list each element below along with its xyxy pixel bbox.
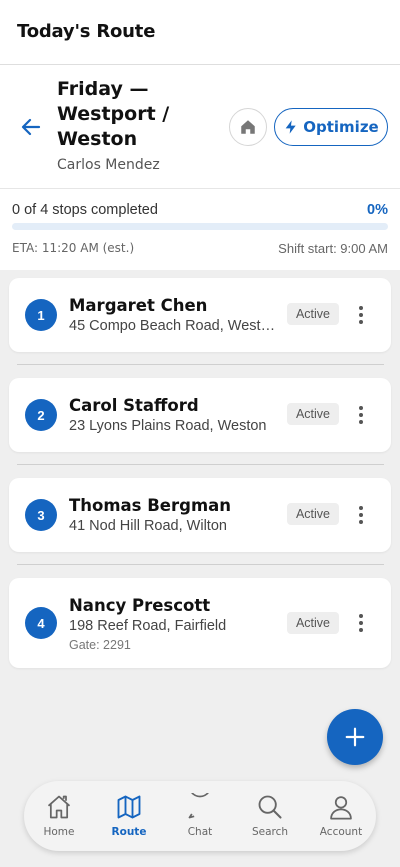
stop-number-badge: 4: [25, 607, 57, 639]
more-options-icon[interactable]: [349, 611, 373, 635]
stop-name: Margaret Chen: [69, 296, 208, 315]
status-badge: Active: [287, 303, 339, 325]
progress-bar: [12, 223, 388, 230]
bottom-navigation: Home Route Chat Search Account: [24, 781, 376, 851]
nav-item-home[interactable]: Home: [29, 793, 89, 843]
stop-number-badge: 1: [25, 299, 57, 331]
more-options-icon[interactable]: [349, 303, 373, 327]
page-title: Today's Route: [17, 21, 156, 42]
chat-bubble-icon: [188, 793, 209, 819]
nav-item-search[interactable]: Search: [240, 793, 300, 843]
optimize-button[interactable]: Optimize: [274, 108, 388, 146]
eta-text: ETA: 11:20 AM (est.): [12, 241, 135, 255]
stops-completed-count: 0 of 4 stops completed: [12, 202, 158, 218]
nav-label: Route: [111, 826, 147, 838]
stop-card[interactable]: 4 Nancy Prescott 198 Reef Road, Fairfiel…: [9, 578, 391, 668]
gate-code: Gate: 2291: [69, 638, 131, 652]
search-icon: [258, 795, 282, 819]
shift-start-text: Shift start: 9:00 AM: [278, 241, 388, 256]
stop-address: 198 Reef Road, Fairfield: [69, 618, 227, 634]
home-button[interactable]: [229, 108, 267, 146]
stop-card[interactable]: 1 Margaret Chen 45 Compo Beach Road, Wes…: [9, 278, 391, 352]
plus-icon: [345, 727, 365, 747]
stop-name: Nancy Prescott: [69, 596, 211, 615]
lightning-bolt-icon: [285, 120, 296, 134]
divider: [17, 564, 384, 565]
status-badge: Active: [287, 612, 339, 634]
nav-label: Chat: [187, 826, 213, 838]
stop-address: 45 Compo Beach Road, Westport: [69, 318, 279, 334]
app-header: Today's Route: [0, 0, 400, 65]
nav-item-chat[interactable]: Chat: [170, 793, 230, 843]
stop-number-badge: 3: [25, 499, 57, 531]
stop-number-badge: 2: [25, 399, 57, 431]
status-badge: Active: [287, 403, 339, 425]
nav-item-account[interactable]: Account: [311, 793, 371, 843]
stop-card[interactable]: 2 Carol Stafford 23 Lyons Plains Road, W…: [9, 378, 391, 452]
progress-section: 0 of 4 stops completed 0% ETA: 11:20 AM …: [0, 189, 400, 270]
driver-name: Carlos Mendez: [57, 157, 160, 173]
status-badge: Active: [287, 503, 339, 525]
route-title: Friday — Westport / Weston: [57, 78, 170, 150]
divider: [17, 464, 384, 465]
progress-percent: 0%: [367, 202, 388, 218]
divider: [17, 364, 384, 365]
more-options-icon[interactable]: [349, 403, 373, 427]
map-icon: [117, 795, 141, 819]
add-stop-button[interactable]: [327, 709, 383, 765]
home-icon: [47, 795, 71, 819]
route-header: Friday — Westport / Weston Carlos Mendez…: [0, 65, 400, 189]
person-icon: [330, 796, 352, 820]
nav-label: Account: [319, 826, 363, 838]
nav-item-route[interactable]: Route: [99, 793, 159, 843]
more-options-icon[interactable]: [349, 503, 373, 527]
stop-address: 41 Nod Hill Road, Wilton: [69, 518, 227, 534]
back-arrow-icon[interactable]: [19, 115, 43, 139]
home-icon: [241, 120, 255, 134]
optimize-label: Optimize: [303, 118, 379, 136]
nav-label: Home: [43, 826, 75, 838]
stop-name: Carol Stafford: [69, 396, 199, 415]
stop-address: 23 Lyons Plains Road, Weston: [69, 418, 267, 434]
nav-label: Search: [251, 826, 289, 838]
stop-name: Thomas Bergman: [69, 496, 232, 515]
stop-card[interactable]: 3 Thomas Bergman 41 Nod Hill Road, Wilto…: [9, 478, 391, 552]
